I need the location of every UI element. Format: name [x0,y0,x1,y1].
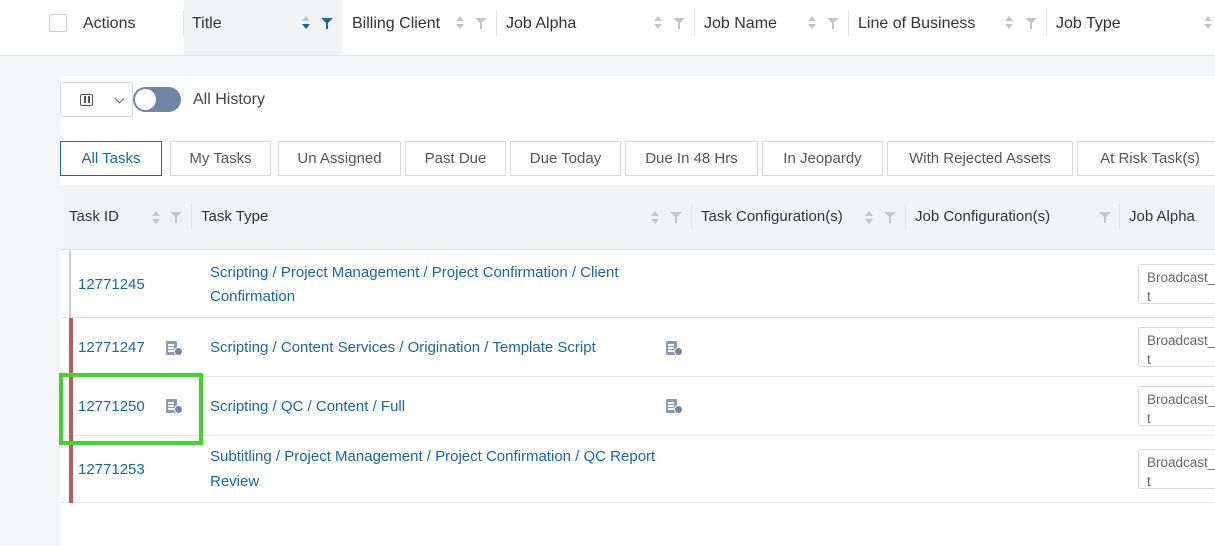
sort-icon[interactable] [1203,16,1213,30]
grid-header-job-alpha[interactable]: Job Alpha [1129,208,1195,225]
task-type-link-cont[interactable]: Review [210,470,259,494]
document-info-icon[interactable] [666,399,684,414]
grid-header-job-configurations[interactable]: Job Configuration(s) [915,208,1050,225]
sort-icon[interactable] [864,211,874,225]
selection-highlight [59,373,203,445]
column-separator [183,10,184,36]
all-history-label: All History [193,91,266,108]
column-header-job-alpha[interactable]: Job Alpha [506,0,576,47]
chevron-down-icon [114,93,125,104]
row-status-flag [69,318,73,377]
sort-icon[interactable] [151,211,161,225]
grid-header-task-id[interactable]: Task ID [69,208,119,225]
filter-icon[interactable] [321,18,333,29]
tab-past-due[interactable]: Past Due [405,141,506,176]
sort-icon[interactable] [1004,16,1014,30]
tab-un-assigned[interactable]: Un Assigned [278,141,401,176]
filter-icon[interactable] [673,18,685,29]
tab-in-jeopardy[interactable]: In Jeopardy [762,141,883,176]
job-alpha-value: Broadcast_ t [1138,386,1215,426]
filter-icon[interactable] [475,18,487,29]
column-header-line-of-business[interactable]: Line of Business [858,0,975,47]
column-separator [905,204,906,230]
task-type-link[interactable]: Scripting / Project Management / Project… [210,261,619,285]
grid-header-task-type[interactable]: Task Type [201,208,268,225]
column-separator [1119,204,1120,230]
column-separator [496,10,497,36]
select-all-checkbox[interactable] [49,14,67,32]
filter-icon[interactable] [884,212,896,223]
sort-icon[interactable] [650,211,660,225]
column-header-billing-client[interactable]: Billing Client [352,0,440,47]
column-header-actions: Actions [83,14,136,32]
filter-icon[interactable] [170,212,182,223]
column-header-job-type[interactable]: Job Type [1056,0,1121,47]
top-grid-header: Actions Title Billing Client Job Alpha J… [0,0,1215,56]
job-alpha-value: Broadcast_ t [1138,327,1215,367]
task-id-link[interactable]: 12771245 [78,273,145,297]
task-id-link[interactable]: 12771253 [78,458,145,482]
task-type-link-cont[interactable]: Confirmation [210,285,295,309]
job-alpha-value: Broadcast_ t [1138,264,1215,304]
tab-at-risk-tasks[interactable]: At Risk Task(s) [1077,141,1215,176]
filter-icon[interactable] [1025,18,1037,29]
document-info-icon[interactable] [666,341,684,356]
grid-header-task-configurations[interactable]: Task Configuration(s) [701,208,843,225]
sort-icon[interactable] [301,16,311,30]
column-header-job-name[interactable]: Job Name [704,0,777,47]
tab-with-rejected-assets[interactable]: With Rejected Assets [887,141,1073,176]
filter-icon[interactable] [1099,212,1111,223]
tab-due-in-48-hrs[interactable]: Due In 48 Hrs [625,141,758,176]
tab-my-tasks[interactable]: My Tasks [170,141,271,176]
task-type-link[interactable]: Scripting / QC / Content / Full [210,395,405,419]
column-separator [691,204,692,230]
column-separator [694,10,695,36]
tab-all-tasks[interactable]: All Tasks [60,141,162,176]
filter-icon[interactable] [670,212,682,223]
column-view-dropdown[interactable] [60,82,133,117]
all-history-toggle[interactable] [133,87,181,112]
sort-icon[interactable] [807,16,817,30]
document-info-icon[interactable] [166,341,184,356]
job-alpha-text: Broadcast_ t [1147,270,1215,304]
job-alpha-value: Broadcast_ t [1138,449,1215,489]
job-alpha-text: Broadcast_ t [1147,392,1215,426]
row-status-flag [69,436,73,503]
column-separator [848,10,849,36]
task-type-link[interactable]: Subtitling / Project Management / Projec… [210,445,655,469]
tab-due-today[interactable]: Due Today [510,141,621,176]
column-separator [1046,10,1047,36]
column-header-title[interactable]: Title [192,0,222,47]
sort-icon[interactable] [455,16,465,30]
job-alpha-text: Broadcast_ t [1147,455,1215,489]
sort-icon[interactable] [653,16,663,30]
job-alpha-text: Broadcast_ t [1147,333,1215,367]
toggle-knob [135,89,156,110]
task-type-link[interactable]: Scripting / Content Services / Originati… [210,336,596,360]
column-settings-icon [80,94,93,106]
task-id-link[interactable]: 12771247 [78,336,145,360]
row-status-flag [69,251,71,318]
column-separator [191,204,192,230]
filter-icon[interactable] [827,18,839,29]
